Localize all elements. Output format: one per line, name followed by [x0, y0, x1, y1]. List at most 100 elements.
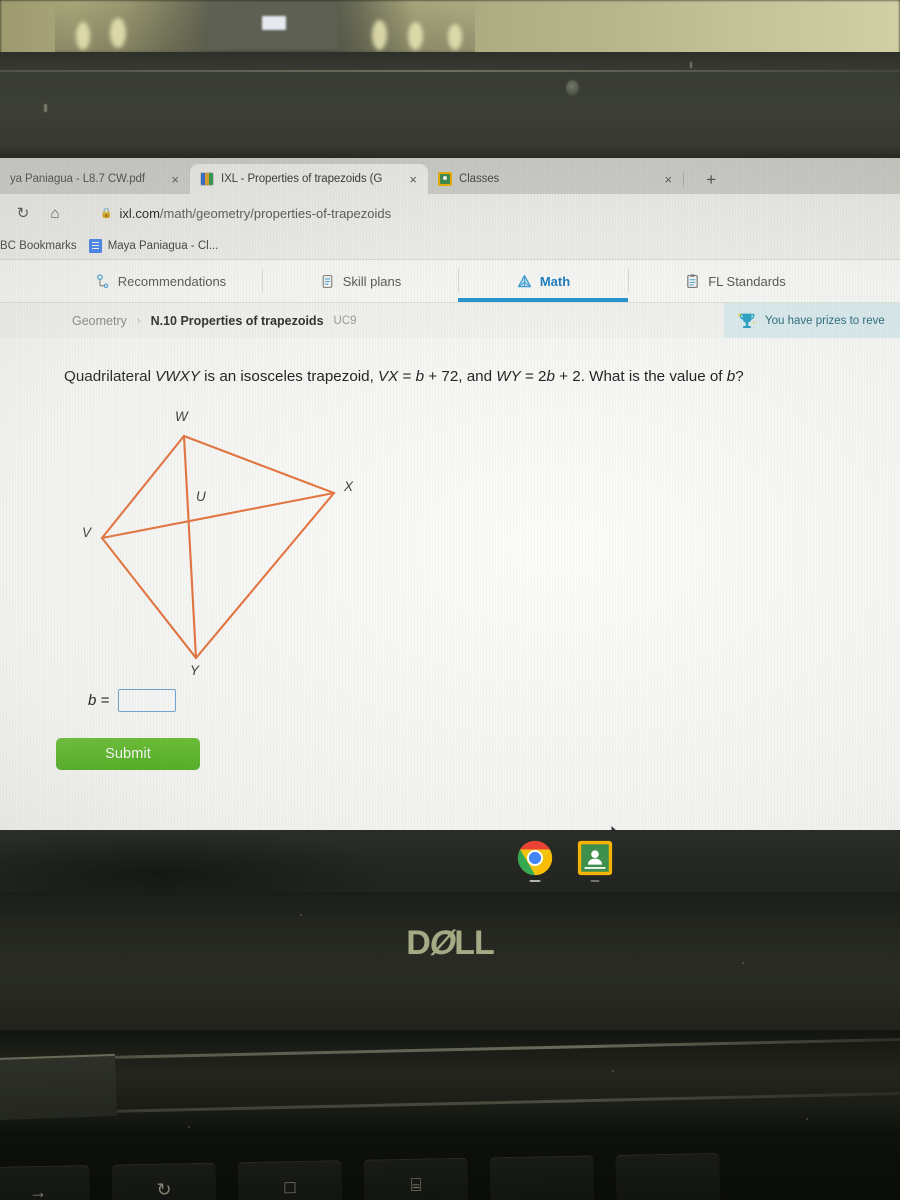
bookmark-item-classroom[interactable]: Maya Paniagua - Cl... — [88, 238, 219, 253]
figure-edge-YV — [100, 536, 198, 659]
key-brightness[interactable] — [489, 1155, 595, 1200]
var-b: b — [415, 368, 425, 385]
webcam-icon — [566, 80, 579, 96]
breadcrumb-subject[interactable]: Geometry — [72, 314, 127, 328]
vertex-label-u: U — [196, 488, 206, 504]
laptop-lid-lower: DØLL — [0, 892, 900, 1040]
mouse-cursor-icon — [610, 824, 618, 830]
url-text: ixl.com/math/geometry/properties-of-trap… — [119, 206, 391, 221]
tab-title: IXL - Properties of trapezoids (G — [221, 173, 383, 185]
answer-input[interactable] — [118, 688, 177, 712]
room-board-card — [262, 16, 286, 30]
laptop-screen: ya Paniagua - L8.7 CW.pdf × IXL - Proper… — [0, 158, 900, 830]
breadcrumb-bar: Geometry › N.10 Properties of trapezoids… — [0, 302, 900, 338]
key-fullscreen[interactable]: □ — [237, 1160, 343, 1200]
vertex-label-v: V — [82, 524, 92, 540]
bookmarks-folder-label[interactable]: BC Bookmarks — [0, 240, 77, 252]
var-b: b — [726, 368, 736, 385]
port-block — [0, 1053, 118, 1121]
answer-row: b = — [88, 688, 900, 712]
bookmark-label: Maya Paniagua - Cl... — [107, 239, 219, 252]
standards-icon — [687, 273, 698, 288]
tab-title: Classes — [459, 173, 500, 185]
browser-tab-classes[interactable]: Classes — [428, 164, 554, 194]
close-icon[interactable]: × — [661, 173, 675, 194]
close-icon[interactable]: × — [406, 173, 420, 186]
nav-label: FL Standards — [708, 273, 786, 289]
figure-edge-VW — [100, 434, 186, 539]
divider — [683, 171, 685, 187]
nav-item-math[interactable]: Math — [458, 260, 628, 302]
prizes-banner[interactable]: You have prizes to reve — [724, 303, 900, 338]
vertex-label-x: X — [344, 478, 354, 494]
chromeos-shelf — [0, 830, 900, 892]
shelf-icons — [516, 839, 614, 882]
geometry-figure: W X U V Y — [64, 403, 384, 683]
breadcrumb: Geometry › N.10 Properties of trapezoids… — [0, 314, 357, 328]
skill-plans-icon — [322, 274, 333, 288]
var-b: b — [546, 368, 555, 385]
running-indicator — [590, 879, 600, 882]
segment-wy: WY — [496, 368, 521, 385]
key-volume[interactable] — [615, 1152, 721, 1200]
key-tab[interactable]: → — [0, 1165, 91, 1200]
chrome-icon — [517, 840, 553, 876]
browser-tab-pdf[interactable]: ya Paniagua - L8.7 CW.pdf × — [0, 164, 190, 194]
shelf-shadow — [0, 830, 470, 892]
nav-label: Skill plans — [342, 273, 402, 289]
laptop-keyboard-deck: → ↻ □ ⌸ — [0, 1030, 900, 1200]
hinge-highlight — [0, 1091, 900, 1116]
laptop-bezel-top — [0, 52, 900, 158]
bezel-highlight — [0, 70, 900, 72]
lock-icon: 🔒 — [100, 207, 113, 219]
quad-name: VWXY — [155, 368, 200, 385]
recommendations-icon — [96, 273, 108, 288]
tab-title: ya Paniagua - L8.7 CW.pdf — [10, 173, 145, 185]
new-tab-button[interactable]: + — [706, 171, 716, 194]
close-icon[interactable]: × — [168, 173, 182, 186]
figure-edge-VX — [100, 491, 336, 539]
question-text: Quadrilateral VWXY is an isosceles trape… — [64, 368, 744, 385]
answer-variable-label: b = — [88, 691, 110, 709]
segment-vx: VX — [378, 368, 399, 385]
vertex-label-y: Y — [190, 662, 200, 678]
math-icon — [517, 274, 531, 287]
hinge-highlight — [0, 1037, 900, 1062]
nav-item-fl-standards[interactable]: FL Standards — [628, 260, 842, 302]
url-host: ixl.com — [119, 205, 160, 221]
doc-icon — [88, 238, 102, 253]
figure-edge-WX — [182, 434, 336, 494]
shelf-item-chrome[interactable] — [516, 839, 554, 882]
skill-code: UC9 — [333, 314, 357, 327]
function-key-row: → ↻ □ ⌸ — [0, 1149, 900, 1200]
url-path: /math/geometry/properties-of-trapezoids — [159, 205, 392, 221]
key-reload[interactable]: ↻ — [111, 1162, 217, 1200]
browser-toolbar: ↻ ⌂ 🔒 ixl.com/math/geometry/properties-o… — [0, 194, 900, 232]
chevron-right-icon: › — [136, 314, 141, 327]
submit-button[interactable]: Submit — [56, 737, 200, 770]
ixl-icon — [200, 172, 214, 186]
dell-logo: DØLL — [406, 924, 495, 962]
breadcrumb-current: N.10 Properties of trapezoids — [150, 313, 324, 328]
nav-label: Recommendations — [117, 273, 227, 289]
bookmarks-bar: BC Bookmarks Maya Paniagua - Cl... — [0, 232, 900, 260]
nav-item-recommendations[interactable]: Recommendations — [58, 260, 262, 302]
classroom-icon — [438, 172, 452, 186]
browser-tab-ixl[interactable]: IXL - Properties of trapezoids (G × — [190, 164, 428, 194]
address-bar[interactable]: 🔒 ixl.com/math/geometry/properties-of-tr… — [78, 201, 886, 225]
ixl-primary-nav: Recommendations Skill plans Math FL Stan… — [0, 260, 900, 302]
figure-edge-XY — [194, 491, 336, 659]
figure-edge-WY — [182, 434, 198, 659]
reload-icon[interactable]: ↻ — [14, 206, 32, 221]
key-overview[interactable]: ⌸ — [363, 1157, 469, 1200]
nav-item-skill-plans[interactable]: Skill plans — [262, 260, 458, 302]
prizes-text: You have prizes to reve — [765, 314, 885, 327]
running-indicator — [529, 879, 541, 882]
vertex-label-w: W — [175, 408, 188, 424]
trapezoid-diagram-svg — [100, 434, 336, 659]
home-icon[interactable]: ⌂ — [46, 206, 64, 221]
nav-label: Math — [539, 273, 571, 289]
shelf-item-classroom[interactable] — [576, 839, 614, 882]
laptop-photo-scene: ya Paniagua - L8.7 CW.pdf × IXL - Proper… — [0, 0, 900, 1200]
classroom-icon — [577, 840, 613, 876]
